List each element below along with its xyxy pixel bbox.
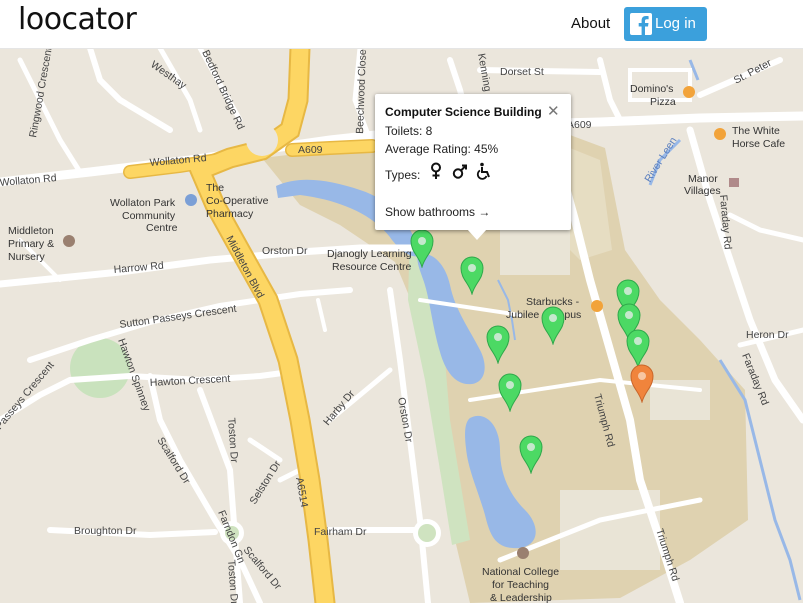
svg-text:& Leadership: & Leadership [490, 592, 552, 603]
svg-text:Wollaton Park: Wollaton Park [110, 197, 176, 209]
bathroom-marker-selected[interactable] [459, 255, 485, 295]
svg-text:Manor: Manor [688, 173, 718, 185]
female-icon [431, 162, 441, 179]
wheelchair-icon [476, 162, 490, 180]
loocator-logo[interactable]: loocator [18, 2, 137, 37]
popup-tail [467, 229, 487, 240]
svg-text:National College: National College [482, 566, 559, 578]
road-label-a609-left: A609 [298, 144, 323, 156]
road-label-broughton: Broughton Dr [74, 525, 137, 537]
svg-text:for Teaching: for Teaching [492, 579, 549, 591]
male-icon [452, 164, 467, 179]
svg-text:Djanogly Learning: Djanogly Learning [327, 248, 412, 260]
facebook-login-button[interactable]: Log in [624, 7, 707, 41]
poi-djanogly: Djanogly Learning Resource Centre [327, 248, 412, 273]
svg-text:Middleton: Middleton [8, 225, 54, 237]
svg-text:Co-Operative: Co-Operative [206, 195, 269, 207]
bathroom-marker[interactable] [497, 372, 523, 412]
svg-text:Domino's: Domino's [630, 83, 673, 95]
bathroom-marker[interactable] [625, 328, 651, 368]
popup-title: Computer Science Building [385, 105, 542, 119]
top-bar: loocator About Log in [0, 0, 803, 49]
svg-text:Resource Centre: Resource Centre [332, 261, 412, 273]
bathroom-marker[interactable] [485, 324, 511, 364]
toilets-count: Toilets: 8 [385, 124, 433, 138]
login-label: Log in [655, 15, 696, 32]
facebook-icon [630, 13, 652, 35]
bathroom-marker-orange[interactable] [629, 363, 655, 403]
road-label-orston-1: Orston Dr [262, 245, 308, 257]
svg-text:Horse Cafe: Horse Cafe [732, 138, 785, 150]
bathroom-marker[interactable] [409, 228, 435, 268]
svg-text:Villages: Villages [684, 185, 721, 197]
building-info-popup: Computer Science Building ✕ Toilets: 8 A… [375, 94, 571, 230]
bathroom-marker[interactable] [518, 434, 544, 474]
road-label-dorset: Dorset St [500, 66, 544, 78]
svg-text:Nursery: Nursery [8, 251, 46, 263]
road-label-heron: Heron Dr [746, 329, 789, 341]
bathroom-marker[interactable] [540, 305, 566, 345]
svg-text:The: The [206, 182, 224, 194]
close-icon[interactable]: ✕ [547, 102, 560, 120]
average-rating: Average Rating: 45% [385, 142, 499, 156]
svg-text:Pharmacy: Pharmacy [206, 208, 254, 220]
svg-text:The White: The White [732, 125, 780, 137]
svg-text:Primary &: Primary & [8, 238, 54, 250]
about-link[interactable]: About [571, 15, 610, 32]
types-label: Types: [385, 168, 421, 182]
road-label-fairham: Fairham Dr [314, 526, 367, 538]
svg-text:Centre: Centre [146, 222, 178, 234]
svg-text:Pizza: Pizza [650, 96, 676, 108]
show-bathrooms-link[interactable]: Show bathrooms → [385, 205, 490, 219]
svg-text:Community: Community [122, 210, 176, 222]
